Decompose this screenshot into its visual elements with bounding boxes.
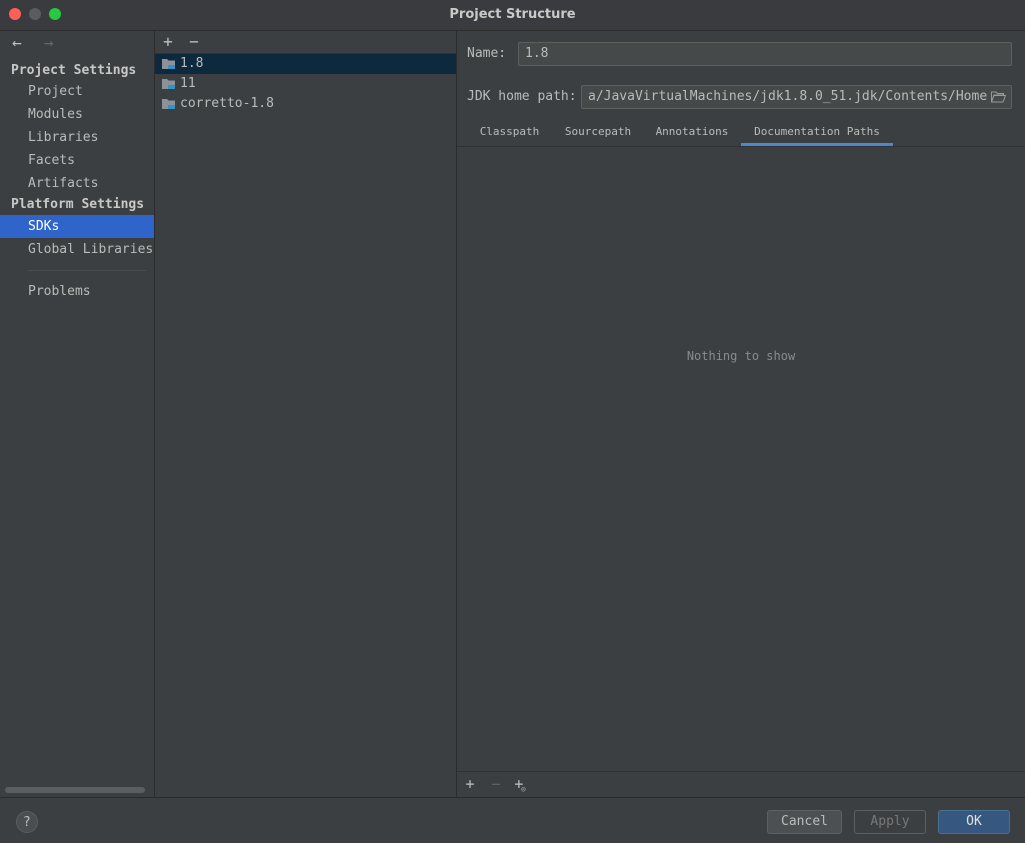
- window-title: Project Structure: [449, 7, 576, 22]
- name-field[interactable]: 1.8: [518, 42, 1012, 66]
- name-label: Name:: [467, 46, 507, 61]
- sdk-item-label: 11: [180, 76, 196, 91]
- project-settings-header: Project Settings: [11, 63, 137, 78]
- add-path-button[interactable]: +: [462, 775, 478, 793]
- sdk-item-label: corretto-1.8: [180, 96, 274, 111]
- nav-item-artifacts[interactable]: Artifacts: [0, 172, 154, 195]
- help-button[interactable]: ?: [16, 811, 38, 833]
- nav-item-project[interactable]: Project: [0, 80, 154, 103]
- nav-item-libraries[interactable]: Libraries: [0, 126, 154, 149]
- jdk-home-path-field[interactable]: a/JavaVirtualMachines/jdk1.8.0_51.jdk/Co…: [581, 85, 1012, 109]
- sdk-list-item[interactable]: 11: [155, 74, 456, 94]
- remove-sdk-button[interactable]: −: [186, 32, 202, 51]
- nav-item-facets[interactable]: Facets: [0, 149, 154, 172]
- remove-path-button[interactable]: −: [488, 775, 504, 793]
- add-sdk-button[interactable]: +: [160, 32, 176, 51]
- jdk-folder-icon: [162, 59, 175, 69]
- tab-documentation-paths[interactable]: Documentation Paths: [741, 121, 893, 146]
- ok-button[interactable]: OK: [938, 810, 1010, 834]
- jdk-home-path-value: a/JavaVirtualMachines/jdk1.8.0_51.jdk/Co…: [588, 89, 988, 104]
- sdk-list-item[interactable]: 1.8: [155, 54, 456, 74]
- cancel-button[interactable]: Cancel: [767, 810, 842, 834]
- jdk-home-path-label: JDK home path:: [467, 89, 577, 104]
- jdk-folder-icon: [162, 79, 175, 89]
- nav-divider: [28, 270, 146, 271]
- tab-classpath[interactable]: Classpath: [467, 121, 552, 146]
- dialog-footer: ? Cancel Apply OK: [0, 797, 1025, 843]
- paths-toolbar: + − +◎: [457, 771, 1025, 798]
- apply-button[interactable]: Apply: [854, 810, 926, 834]
- sdk-list-toolbar: + −: [155, 31, 456, 54]
- sdk-item-label: 1.8: [180, 56, 204, 71]
- sdk-list-item[interactable]: corretto-1.8: [155, 94, 456, 114]
- tab-sourcepath[interactable]: Sourcepath: [554, 121, 642, 146]
- arrow-right-icon[interactable]: →: [38, 33, 60, 52]
- sdk-tabs: Classpath Sourcepath Annotations Documen…: [457, 121, 1025, 147]
- browse-folder-icon[interactable]: [991, 91, 1006, 103]
- nav-arrows: ← →: [6, 33, 60, 52]
- sdk-list-pane: + − 1.8 11 corretto-1.8: [155, 31, 457, 797]
- nav-item-modules[interactable]: Modules: [0, 103, 154, 126]
- arrow-left-icon[interactable]: ←: [6, 33, 28, 52]
- nav-item-sdks[interactable]: SDKs: [0, 215, 154, 238]
- sdk-detail-pane: Name: 1.8 JDK home path: a/JavaVirtualMa…: [457, 31, 1025, 797]
- nav-item-global-libraries[interactable]: Global Libraries: [0, 238, 154, 261]
- add-url-button[interactable]: +◎: [513, 775, 529, 793]
- empty-list-message: Nothing to show: [686, 349, 796, 363]
- platform-settings-header: Platform Settings: [11, 197, 145, 212]
- settings-nav: ← → Project Settings Project Modules Lib…: [0, 31, 155, 797]
- tab-annotations[interactable]: Annotations: [645, 121, 739, 146]
- nav-item-problems[interactable]: Problems: [0, 280, 154, 303]
- globe-icon: ◎: [521, 785, 526, 793]
- jdk-folder-icon: [162, 99, 175, 109]
- title-bar: Project Structure: [0, 0, 1025, 31]
- horizontal-scrollbar[interactable]: [5, 787, 145, 793]
